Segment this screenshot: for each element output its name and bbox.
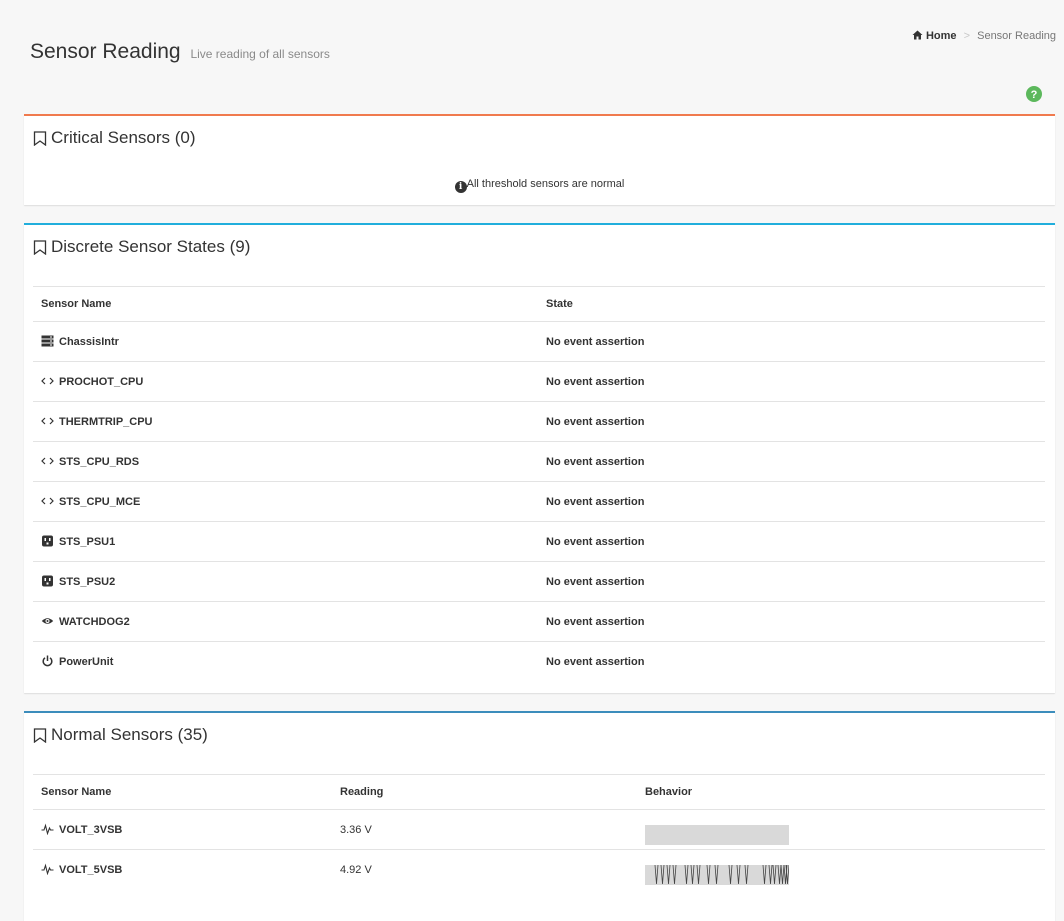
arrows-h-icon [41, 376, 59, 388]
page-title: Sensor Reading Live reading of all senso… [30, 40, 330, 64]
sensor-name: WATCHDOG2 [59, 616, 130, 628]
sensor-name-cell: THERMTRIP_CPU [33, 401, 538, 442]
critical-sensors-panel: Critical Sensors (0) i All threshold sens… [24, 114, 1055, 205]
bookmark-icon [33, 239, 47, 255]
plug-icon [41, 575, 59, 588]
table-row: VOLT_3VSB 3.36 V [33, 809, 1045, 850]
table-row: STS_CPU_MCE No event assertion [33, 481, 1045, 522]
column-header-reading[interactable]: Reading [332, 774, 637, 810]
arrows-h-icon [41, 416, 59, 428]
table-header-row: Sensor Name Reading Behavior [33, 774, 1045, 810]
column-header-sensor-name[interactable]: Sensor Name [33, 774, 332, 810]
sensor-name: PROCHOT_CPU [59, 376, 144, 388]
table-row: STS_PSU2 No event assertion [33, 561, 1045, 602]
table-row: STS_PSU1 No event assertion [33, 521, 1045, 562]
sensor-state: No event assertion [538, 641, 1045, 682]
discrete-sensors-table: Sensor Name State ChassisIntr No event as… [33, 286, 1045, 682]
svg-text:?: ? [1031, 89, 1038, 101]
sensor-state: No event assertion [538, 361, 1045, 402]
sensor-name: ChassisIntr [59, 336, 119, 348]
normal-sensors-title-text: Normal Sensors (35) [51, 725, 208, 744]
sensor-name-cell: STS_CPU_RDS [33, 441, 538, 482]
help-icon[interactable]: ? [1026, 86, 1042, 102]
sensor-name: VOLT_3VSB [59, 824, 123, 836]
normal-sensors-panel: Normal Sensors (35) Sensor Name Reading … [24, 711, 1055, 921]
column-header-state[interactable]: State [538, 286, 1045, 322]
page-title-text: Sensor Reading [30, 40, 181, 63]
sensor-state: No event assertion [538, 401, 1045, 442]
table-row: VOLT_5VSB 4.92 V [33, 849, 1045, 890]
behavior-sparkline [645, 824, 789, 845]
sensor-reading: 3.36 V [332, 809, 637, 850]
critical-status-text: All threshold sensors are normal [466, 178, 625, 190]
discrete-sensors-title: Discrete Sensor States (9) [33, 237, 250, 257]
sensor-behavior [637, 809, 1045, 850]
breadcrumb-current: Sensor Reading [977, 30, 1056, 42]
sensor-name-cell: VOLT_3VSB [33, 809, 332, 850]
table-row: PROCHOT_CPU No event assertion [33, 361, 1045, 402]
sensor-state: No event assertion [538, 481, 1045, 522]
breadcrumb: Home > Sensor Reading [912, 30, 1056, 42]
sensor-reading-page: Sensor Reading Live reading of all senso… [0, 0, 1064, 921]
plug-icon [41, 535, 59, 548]
home-icon [912, 30, 926, 42]
sensor-name-cell: PROCHOT_CPU [33, 361, 538, 402]
sensor-name: THERMTRIP_CPU [59, 416, 153, 428]
breadcrumb-separator: > [963, 30, 971, 42]
breadcrumb-home-link[interactable]: Home [926, 30, 957, 42]
sensor-name-cell: PowerUnit [33, 641, 538, 682]
pulse-icon [41, 863, 59, 876]
sensor-name-cell: VOLT_5VSB [33, 849, 332, 890]
sensor-name-cell: STS_PSU2 [33, 561, 538, 602]
page-header: Sensor Reading Live reading of all senso… [0, 0, 1064, 110]
sensor-name: STS_CPU_RDS [59, 456, 140, 468]
critical-status-message: i All threshold sensors are normal [24, 178, 1055, 193]
sensor-name-cell: STS_PSU1 [33, 521, 538, 562]
table-header-row: Sensor Name State [33, 286, 1045, 322]
sensor-state: No event assertion [538, 561, 1045, 602]
critical-sensors-title: Critical Sensors (0) [33, 128, 196, 148]
sensor-name: STS_PSU2 [59, 576, 116, 588]
sensor-name: STS_CPU_MCE [59, 496, 141, 508]
sensor-name-cell: STS_CPU_MCE [33, 481, 538, 522]
table-row: WATCHDOG2 No event assertion [33, 601, 1045, 642]
table-row: ChassisIntr No event assertion [33, 321, 1045, 362]
discrete-sensors-title-text: Discrete Sensor States (9) [51, 237, 251, 256]
column-header-sensor-name[interactable]: Sensor Name [33, 286, 538, 322]
sensor-name-cell: ChassisIntr [33, 321, 538, 362]
arrows-h-icon [41, 496, 59, 508]
page-subtitle: Live reading of all sensors [190, 47, 330, 61]
sensor-state: No event assertion [538, 441, 1045, 482]
table-row: STS_CPU_RDS No event assertion [33, 441, 1045, 482]
sensor-state: No event assertion [538, 521, 1045, 562]
eye-icon [41, 616, 59, 628]
normal-sensors-table: Sensor Name Reading Behavior VOLT_3VSB 3.… [33, 774, 1045, 890]
table-row: THERMTRIP_CPU No event assertion [33, 401, 1045, 442]
behavior-sparkline [645, 864, 789, 885]
sensor-name: STS_PSU1 [59, 536, 116, 548]
sensor-reading: 4.92 V [332, 849, 637, 890]
sensor-name-cell: WATCHDOG2 [33, 601, 538, 642]
sensor-name: PowerUnit [59, 656, 114, 669]
server-icon [41, 335, 59, 348]
sensor-name: VOLT_5VSB [59, 864, 123, 877]
sensor-behavior [637, 849, 1045, 890]
power-icon [41, 655, 59, 668]
sensor-state: No event assertion [538, 321, 1045, 362]
column-header-behavior[interactable]: Behavior [637, 774, 1045, 810]
sensor-state: No event assertion [538, 601, 1045, 642]
bookmark-icon [33, 727, 47, 743]
critical-sensors-title-text: Critical Sensors (0) [51, 128, 196, 147]
arrows-h-icon [41, 456, 59, 468]
bookmark-icon [33, 130, 47, 146]
normal-sensors-title: Normal Sensors (35) [33, 725, 208, 745]
discrete-sensors-panel: Discrete Sensor States (9) Sensor Name S… [24, 223, 1055, 693]
pulse-icon [41, 823, 59, 836]
table-row: PowerUnit No event assertion [33, 641, 1045, 682]
info-icon: i [454, 181, 467, 193]
